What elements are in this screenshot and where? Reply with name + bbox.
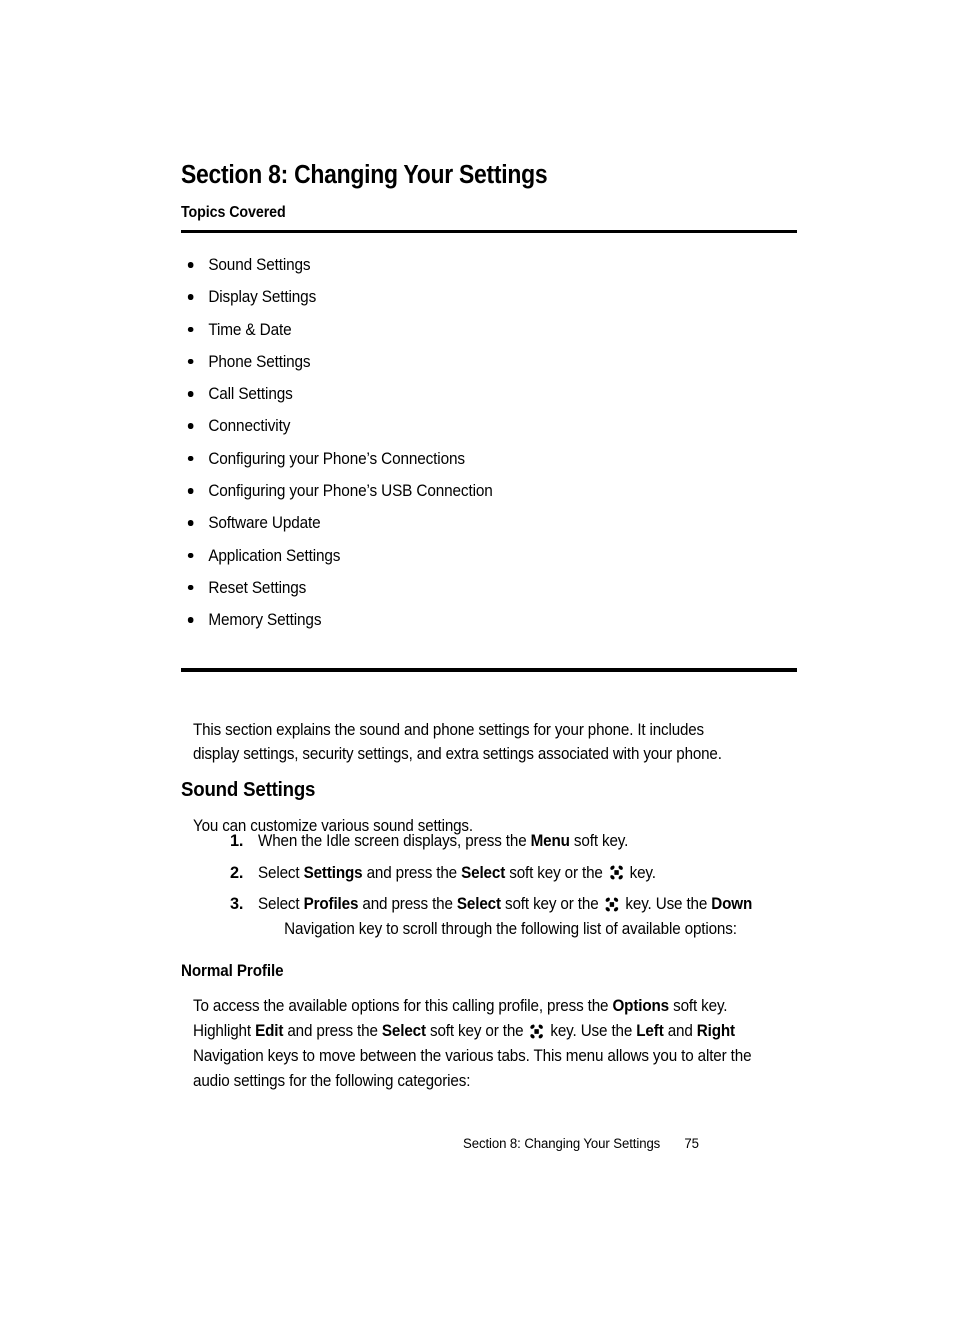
bullet-icon: [187, 455, 193, 462]
manual-page: Section 8: Changing Your Settings Topics…: [0, 0, 954, 1319]
navigation-ok-key-icon: [529, 1023, 545, 1040]
step-number: 1.: [230, 832, 244, 850]
step-number: 2.: [230, 863, 244, 882]
navigation-ok-key-icon: [604, 896, 620, 913]
topics-list-item[interactable]: Configuring your Phone’s Connections: [186, 448, 781, 480]
bullet-icon: [187, 391, 193, 397]
topics-list-item[interactable]: Sound Settings: [186, 254, 781, 286]
divider-top: [181, 230, 797, 233]
topics-list-item[interactable]: Application Settings: [186, 545, 781, 577]
emphasis-text: Select: [456, 895, 501, 913]
topics-list-item[interactable]: Call Settings: [186, 383, 781, 415]
topics-list-item-label: Reset Settings: [208, 578, 307, 597]
bullet-icon: [187, 520, 193, 526]
bullet-icon: [187, 262, 193, 268]
page-title: Section 8: Changing Your Settings: [181, 161, 548, 190]
footer-section-label: Section 8: Changing Your Settings: [463, 1136, 661, 1152]
emphasis-text: Options: [612, 997, 670, 1016]
step-item: 1. When the Idle screen displays, press t…: [230, 829, 850, 854]
topics-list-item-label: Configuring your Phone’s USB Connection: [208, 482, 493, 501]
step-text: Select Settings and press the Select sof…: [258, 863, 656, 882]
emphasis-text: Profiles: [303, 895, 359, 913]
bullet-icon: [187, 326, 193, 333]
topics-list-item-label: Display Settings: [208, 288, 317, 307]
navigation-ok-key-icon: [608, 864, 624, 881]
topics-list-item-label: Time & Date: [208, 320, 292, 339]
topics-list-item[interactable]: Phone Settings: [186, 351, 781, 383]
topics-list-item-label: Configuring your Phone’s Connections: [208, 449, 465, 468]
normal-profile-paragraph: To access the available options for this…: [193, 997, 752, 1091]
emphasis-text: Select: [461, 863, 506, 882]
topics-list-item[interactable]: Time & Date: [186, 319, 781, 351]
step-item: 3. Select Profiles and press the Select s…: [230, 892, 850, 941]
step-item: 2. Select Settings and press the Select s…: [230, 861, 850, 886]
step-text: Select Profiles and press the Select sof…: [258, 892, 850, 941]
topics-list: Sound Settings Display Settings Time & Dat…: [186, 254, 826, 642]
topics-list-item[interactable]: Configuring your Phone’s USB Connection: [186, 480, 781, 512]
bullet-icon: [187, 488, 193, 494]
normal-profile-heading: Normal Profile: [181, 961, 284, 980]
topics-list-item[interactable]: Reset Settings: [186, 577, 781, 609]
step-number: 3.: [230, 895, 244, 913]
topics-list-item-label: Connectivity: [208, 417, 291, 436]
emphasis-text: Down: [711, 895, 753, 913]
bullet-icon: [187, 294, 193, 300]
topics-list-item-label: Memory Settings: [208, 611, 322, 630]
emphasis-text: Edit: [255, 1022, 284, 1041]
bullet-icon: [187, 358, 193, 365]
topics-list-item[interactable]: Software Update: [186, 512, 781, 544]
emphasis-text: Right: [696, 1022, 735, 1041]
page-footer: Section 8: Changing Your Settings 75: [463, 1136, 699, 1152]
topics-list-item-label: Software Update: [208, 514, 321, 533]
emphasis-text: Left: [636, 1022, 664, 1041]
topics-covered-label: Topics Covered: [181, 204, 286, 221]
emphasis-text: Select: [381, 1022, 426, 1041]
topics-list-item[interactable]: Memory Settings: [186, 609, 781, 641]
topics-list-item[interactable]: Display Settings: [186, 286, 781, 318]
footer-page-number: 75: [684, 1136, 699, 1152]
step-text: When the Idle screen displays, press the…: [258, 832, 629, 850]
step-text-continuation: Navigation key to scroll through the fol…: [284, 919, 737, 938]
sound-settings-heading: Sound Settings: [181, 778, 316, 801]
bullet-icon: [187, 584, 193, 591]
topics-list-item-label: Application Settings: [208, 546, 341, 565]
intro-paragraph: This section explains the sound and phon…: [193, 721, 722, 763]
emphasis-text: Settings: [303, 863, 363, 882]
bullet-icon: [187, 552, 193, 559]
bullet-icon: [187, 423, 193, 429]
bullet-icon: [187, 617, 193, 623]
topics-list-item-label: Sound Settings: [208, 256, 311, 274]
emphasis-text: Menu: [530, 832, 570, 850]
topics-list-item[interactable]: Connectivity: [186, 415, 781, 447]
topics-list-item-label: Call Settings: [208, 385, 293, 404]
topics-list-item-label: Phone Settings: [208, 352, 311, 371]
sound-settings-steps: 1. When the Idle screen displays, press t…: [230, 829, 850, 948]
divider-bottom: [181, 668, 797, 672]
